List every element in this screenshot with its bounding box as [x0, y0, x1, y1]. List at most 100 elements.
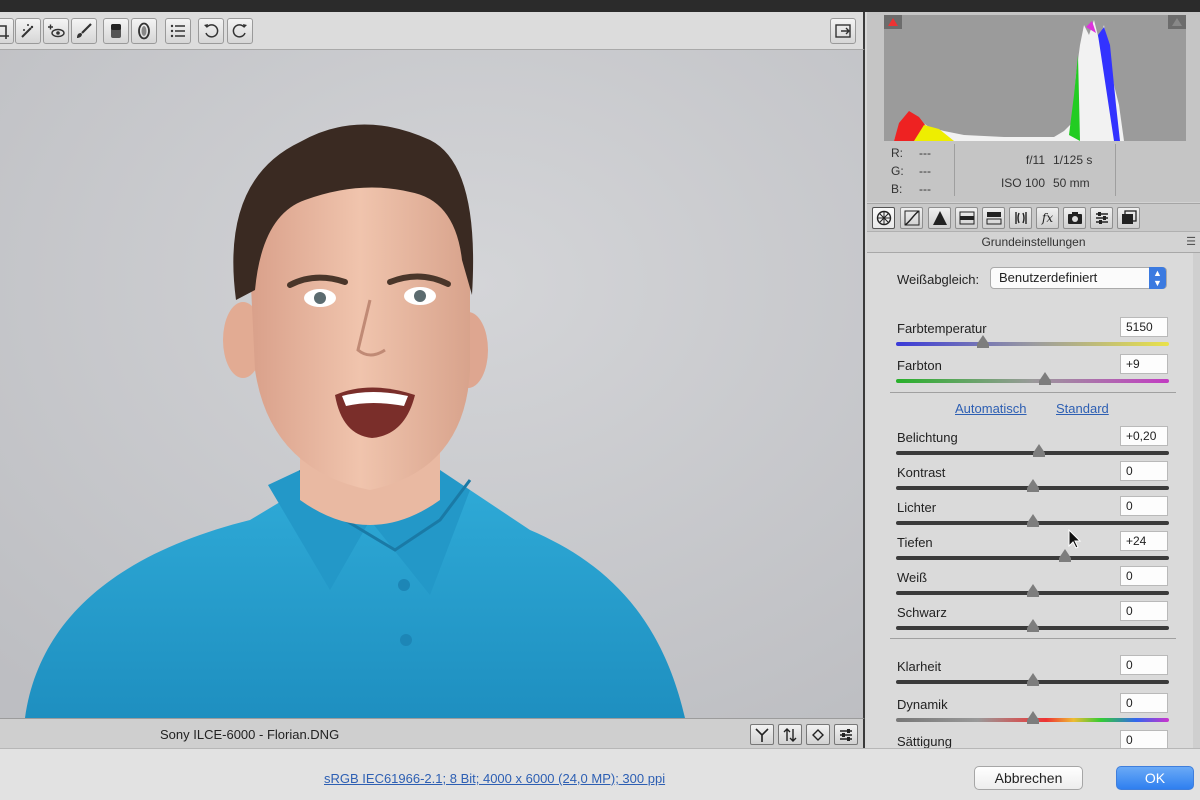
- slider-label: Dynamik: [897, 697, 948, 712]
- presets-icon[interactable]: [1090, 207, 1113, 229]
- copy-settings-icon[interactable]: [806, 724, 830, 745]
- panel-scrollbar[interactable]: [1193, 253, 1200, 748]
- slider-kontrast: Kontrast 0: [867, 461, 1200, 500]
- hsl-icon[interactable]: [955, 207, 978, 229]
- b-value: ---: [919, 182, 931, 196]
- tool-bar: [0, 12, 865, 50]
- slider-value-field[interactable]: 0: [1120, 566, 1168, 586]
- g-label: G:: [891, 164, 904, 178]
- snapshots-icon[interactable]: [1117, 207, 1140, 229]
- adjustment-brush-icon[interactable]: [71, 18, 97, 44]
- slider-thumb[interactable]: [1038, 372, 1051, 385]
- focal-length: 50 mm: [1053, 176, 1090, 190]
- slider-label: Schwarz: [897, 605, 947, 620]
- r-value: ---: [919, 146, 931, 160]
- slider-track[interactable]: [896, 379, 1169, 383]
- slider-thumb[interactable]: [1026, 673, 1039, 686]
- lens-corrections-icon[interactable]: [1009, 207, 1032, 229]
- default-link[interactable]: Standard: [1056, 401, 1109, 416]
- slider-thumb[interactable]: [1026, 514, 1039, 527]
- slider-value-field[interactable]: 0: [1120, 601, 1168, 621]
- slider-farbton: Farbton +9: [867, 354, 1200, 393]
- slider-thumb[interactable]: [1026, 619, 1039, 632]
- slider-belichtung: Belichtung +0,20: [867, 426, 1200, 465]
- camera-info: f/11 1/125 s ISO 100 50 mm: [985, 149, 1092, 195]
- iso: ISO 100: [1000, 176, 1045, 190]
- window-top-strip: [0, 0, 1200, 12]
- rotate-cw-icon[interactable]: [227, 18, 253, 44]
- cancel-button[interactable]: Abbrechen: [974, 766, 1083, 790]
- readout-divider: [954, 144, 955, 196]
- graduated-filter-icon[interactable]: [103, 18, 129, 44]
- white-balance-select[interactable]: Benutzerdefiniert ▲ ▼: [990, 267, 1167, 289]
- camera-calibration-icon[interactable]: [1063, 207, 1086, 229]
- split-toning-icon[interactable]: [982, 207, 1005, 229]
- slider-farbtemperatur: Farbtemperatur 5150: [867, 317, 1200, 356]
- slider-thumb[interactable]: [1026, 479, 1039, 492]
- slider-value-field[interactable]: 0: [1120, 461, 1168, 481]
- workflow-options-link[interactable]: sRGB IEC61966-2.1; 8 Bit; 4000 x 6000 (2…: [324, 771, 665, 786]
- slider-label: Sättigung: [897, 734, 952, 749]
- slider-track[interactable]: [896, 556, 1169, 560]
- slider-label: Belichtung: [897, 430, 958, 445]
- spot-removal-icon[interactable]: [15, 18, 41, 44]
- panel-tabs: fx: [867, 203, 1200, 231]
- panel-menu-icon[interactable]: ☰: [1186, 232, 1196, 252]
- slider-thumb[interactable]: [1058, 549, 1071, 562]
- automatic-link[interactable]: Automatisch: [955, 401, 1027, 416]
- detail-icon[interactable]: [928, 207, 951, 229]
- slider-value-field[interactable]: 0: [1120, 655, 1168, 675]
- image-preview[interactable]: [0, 50, 865, 718]
- readout-divider-right: [1115, 144, 1116, 196]
- preview-status-bar: Sony ILCE-6000 - Florian.DNG: [0, 718, 865, 748]
- slider-thumb[interactable]: [1033, 444, 1046, 457]
- histogram-area: R: --- G: --- B: --- f/11 1/125 s ISO 100 50 …: [867, 12, 1200, 202]
- y-compare-icon[interactable]: [750, 724, 774, 745]
- slider-value-field[interactable]: 0: [1120, 730, 1168, 750]
- slider-tiefen: Tiefen +24: [867, 531, 1200, 570]
- slider-label: Kontrast: [897, 465, 946, 480]
- slider-label: Tiefen: [897, 535, 933, 550]
- swap-icon[interactable]: [778, 724, 802, 745]
- shadow-clipping-icon[interactable]: [884, 15, 902, 29]
- b-label: B:: [891, 182, 903, 196]
- preferences-icon[interactable]: [834, 724, 858, 745]
- slider-thumb[interactable]: [1026, 711, 1039, 724]
- slider-schwarz: Schwarz 0: [867, 601, 1200, 640]
- slider-thumb[interactable]: [1026, 584, 1039, 597]
- shutter: 1/125 s: [1053, 153, 1093, 167]
- divider: [890, 638, 1176, 639]
- slider-value-field[interactable]: 0: [1120, 496, 1168, 516]
- tone-curve-icon[interactable]: [900, 207, 923, 229]
- rgb-readout: R: --- G: --- B: ---: [891, 144, 931, 198]
- slider-label: Weiß: [897, 570, 928, 585]
- slider-value-field[interactable]: +24: [1120, 531, 1168, 551]
- slider-thumb[interactable]: [977, 335, 990, 348]
- mouse-cursor-icon: [1068, 529, 1082, 549]
- red-eye-icon[interactable]: [43, 18, 69, 44]
- radial-filter-icon[interactable]: [131, 18, 157, 44]
- slider-track[interactable]: [896, 342, 1169, 346]
- slider-label: Lichter: [897, 500, 937, 515]
- basic-icon[interactable]: [872, 207, 895, 229]
- slider-label: Farbton: [897, 358, 942, 373]
- slider-dynamik: Dynamik 0: [867, 693, 1200, 732]
- section-title-bar: Grundeinstellungen ☰: [867, 231, 1200, 253]
- basic-settings: Weißabgleich: Benutzerdefiniert ▲ ▼ Farbt…: [867, 253, 1200, 761]
- white-balance-label: Weißabgleich:: [897, 272, 980, 287]
- slider-value-field[interactable]: +9: [1120, 354, 1168, 374]
- dialog-footer: sRGB IEC61966-2.1; 8 Bit; 4000 x 6000 (2…: [0, 748, 1200, 800]
- highlight-clipping-icon[interactable]: [1168, 15, 1186, 29]
- fullscreen-icon[interactable]: [830, 18, 856, 44]
- crop-icon[interactable]: [0, 18, 14, 44]
- slider-value-field[interactable]: 5150: [1120, 317, 1168, 337]
- histogram: [884, 15, 1186, 141]
- select-arrows-icon: ▲ ▼: [1149, 267, 1166, 289]
- rotate-ccw-icon[interactable]: [198, 18, 224, 44]
- slider-value-field[interactable]: +0,20: [1120, 426, 1168, 446]
- list-icon[interactable]: [165, 18, 191, 44]
- aperture: f/11: [1025, 153, 1045, 167]
- ok-button[interactable]: OK: [1116, 766, 1194, 790]
- slider-value-field[interactable]: 0: [1120, 693, 1168, 713]
- fx-icon[interactable]: fx: [1036, 207, 1059, 229]
